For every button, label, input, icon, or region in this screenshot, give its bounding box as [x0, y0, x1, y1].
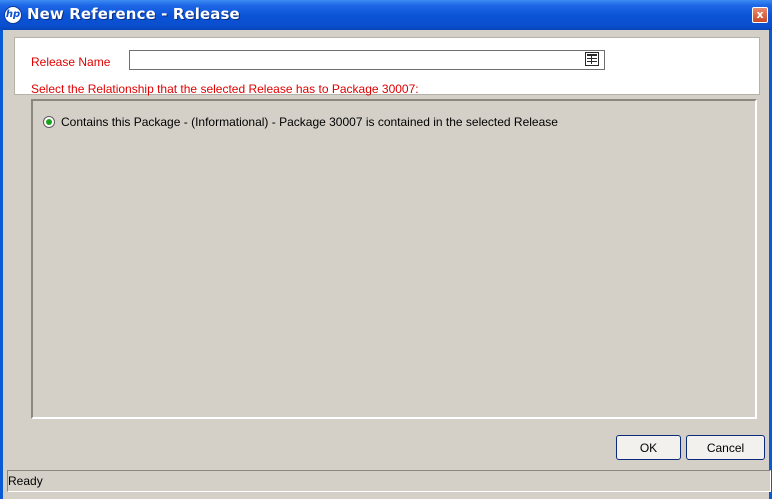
release-form-panel: Release Name Select the Relationship tha… [14, 37, 760, 96]
list-lookup-icon[interactable] [585, 52, 599, 66]
contains-package-label[interactable]: Contains this Package - (Informational) … [61, 115, 558, 129]
hp-logo-icon: hp [4, 6, 22, 24]
cancel-button[interactable]: Cancel [686, 435, 765, 460]
dialog-body: Release Name Select the Relationship tha… [3, 30, 771, 499]
release-name-input[interactable] [129, 50, 605, 70]
release-name-label: Release Name [31, 55, 111, 69]
ok-button[interactable]: OK [616, 435, 681, 460]
radio-selected-dot [46, 119, 52, 125]
status-bar: Ready [7, 470, 771, 492]
window-title: New Reference - Release [27, 5, 240, 23]
relationship-options-panel: Contains this Package - (Informational) … [31, 99, 757, 419]
close-icon[interactable]: x [752, 7, 768, 23]
dialog-window: hp New Reference - Release x Release Nam… [0, 0, 772, 499]
title-bar[interactable]: hp New Reference - Release x [0, 0, 772, 30]
contains-package-radio[interactable] [43, 116, 55, 128]
status-text: Ready [8, 474, 43, 488]
relationship-prompt: Select the Relationship that the selecte… [31, 82, 419, 96]
